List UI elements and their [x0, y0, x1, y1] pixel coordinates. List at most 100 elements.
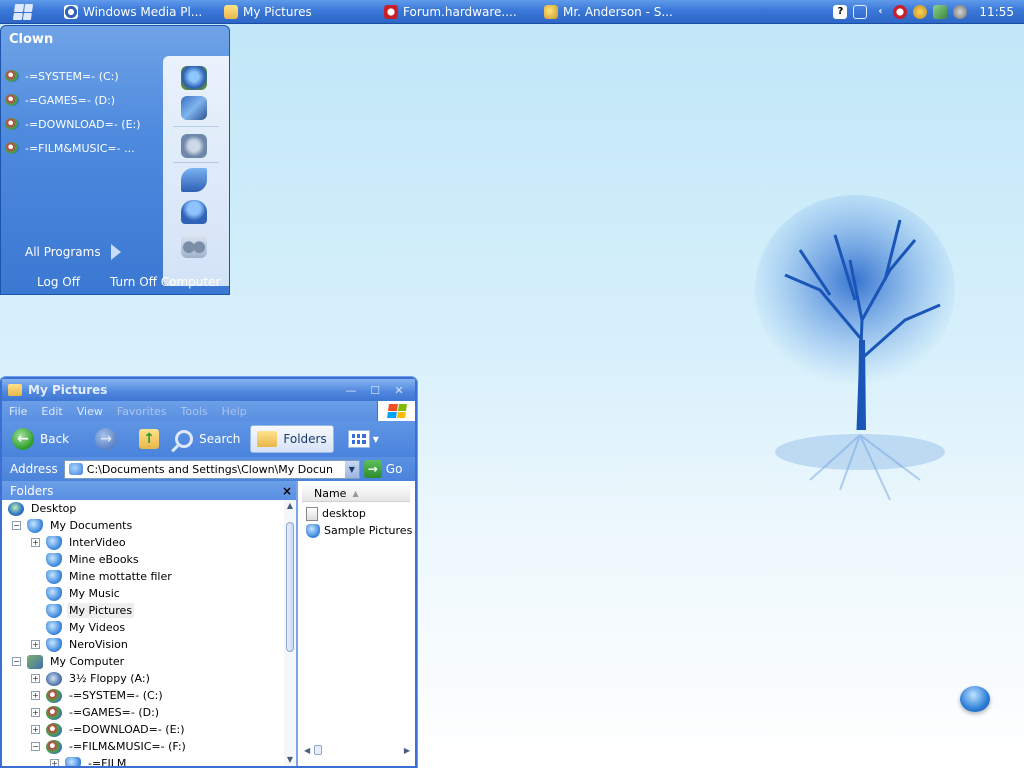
- expand-icon[interactable]: +: [31, 708, 40, 717]
- scroll-thumb[interactable]: [314, 745, 323, 755]
- window-controls: — ☐ ✕: [341, 382, 415, 398]
- maximize-button[interactable]: ☐: [365, 382, 385, 398]
- tree-item[interactable]: Mine eBooks: [2, 551, 284, 568]
- tree-item[interactable]: + NeroVision: [2, 636, 284, 653]
- taskbar-item-chat[interactable]: Mr. Anderson - S...: [536, 1, 696, 23]
- scroll-left-icon[interactable]: ◀: [304, 746, 310, 755]
- chevron-left-icon[interactable]: ‹: [873, 5, 887, 19]
- tree-item-label: 3½ Floppy (A:): [69, 672, 150, 685]
- tree-item[interactable]: + -=GAMES=- (D:): [2, 704, 284, 721]
- tree-item[interactable]: + -=DOWNLOAD=- (E:): [2, 721, 284, 738]
- up-folder-button[interactable]: ↑: [133, 425, 165, 453]
- window-titlebar[interactable]: My Pictures — ☐ ✕: [2, 379, 415, 401]
- tree-item[interactable]: + -=FILM: [2, 755, 284, 766]
- close-icon[interactable]: ×: [278, 484, 296, 498]
- drive-icon: [46, 688, 62, 703]
- forward-button[interactable]: →: [89, 425, 123, 453]
- scroll-down-icon[interactable]: ▼: [284, 754, 296, 766]
- scroll-right-icon[interactable]: ▶: [404, 746, 410, 755]
- menu-file[interactable]: File: [2, 405, 34, 418]
- display-tray-icon[interactable]: [933, 4, 948, 19]
- tree-item[interactable]: My Pictures: [2, 602, 284, 619]
- folders-icon: [257, 431, 278, 447]
- network-icon[interactable]: [853, 4, 868, 19]
- search-button[interactable]: Search: [169, 425, 246, 453]
- start-menu-item-drive-c[interactable]: -=SYSTEM=- (C:): [5, 64, 161, 88]
- folders-pane-header: Folders ×: [2, 481, 296, 500]
- media-icon[interactable]: [181, 96, 207, 120]
- file-item-desktop[interactable]: desktop: [306, 505, 412, 522]
- tree-item[interactable]: My Music: [2, 585, 284, 602]
- collapse-icon[interactable]: −: [12, 521, 21, 530]
- desktop-orb-icon[interactable]: [960, 686, 990, 712]
- column-header-name[interactable]: Name ▲: [302, 485, 410, 502]
- expand-icon[interactable]: +: [31, 691, 40, 700]
- start-menu-item-drive-d[interactable]: -=GAMES=- (D:): [5, 88, 161, 112]
- control-panel-icon[interactable]: [181, 134, 207, 158]
- horizontal-scrollbar[interactable]: ◀ ▶: [304, 744, 410, 756]
- tree-item[interactable]: Desktop: [2, 500, 284, 517]
- scroll-up-icon[interactable]: ▲: [284, 500, 296, 512]
- folder-tree: Desktop − My Documents + InterVideo Mine eBoo…: [2, 500, 284, 766]
- menu-help[interactable]: Help: [215, 405, 254, 418]
- expand-icon[interactable]: +: [31, 674, 40, 683]
- document-icon: [306, 506, 318, 521]
- taskbar-item-forum[interactable]: Forum.hardware....: [376, 1, 536, 23]
- tree-item[interactable]: + InterVideo: [2, 534, 284, 551]
- internet-globe-icon[interactable]: [181, 66, 207, 90]
- up-folder-icon: ↑: [139, 429, 160, 449]
- tree-item[interactable]: My Videos: [2, 619, 284, 636]
- taskbar-item-label: Forum.hardware....: [403, 4, 517, 19]
- start-menu-item-label: -=DOWNLOAD=- (E:): [25, 117, 141, 131]
- messenger-tray-icon[interactable]: [913, 4, 928, 19]
- folders-button[interactable]: Folders: [250, 425, 334, 453]
- tree-item[interactable]: − My Computer: [2, 653, 284, 670]
- views-button[interactable]: ▼: [342, 425, 385, 453]
- expand-icon[interactable]: +: [31, 640, 40, 649]
- tree-item[interactable]: − -=FILM&MUSIC=- (F:): [2, 738, 284, 755]
- go-button[interactable]: → Go: [363, 460, 402, 478]
- start-button[interactable]: [0, 0, 46, 24]
- menu-edit[interactable]: Edit: [34, 405, 69, 418]
- file-item-sample-pictures[interactable]: Sample Pictures: [306, 522, 412, 539]
- scroll-thumb[interactable]: [286, 522, 294, 652]
- taskbar-item-my-pictures[interactable]: My Pictures: [216, 1, 376, 23]
- opera-tray-icon[interactable]: [893, 4, 908, 19]
- start-menu-item-drive-e[interactable]: -=DOWNLOAD=- (E:): [5, 112, 161, 136]
- volume-tray-icon[interactable]: [953, 4, 968, 19]
- system-tray: ? ‹ 11:55: [827, 0, 1024, 24]
- expand-icon[interactable]: +: [31, 725, 40, 734]
- start-menu-item-drive-f[interactable]: -=FILM&MUSIC=- ...: [5, 136, 161, 160]
- tree-scrollbar[interactable]: ▲ ▼: [284, 500, 296, 766]
- run-icon[interactable]: [181, 234, 207, 258]
- tree-item[interactable]: +3½ Floppy (A:): [2, 670, 284, 687]
- help-support-icon[interactable]: [181, 168, 207, 192]
- search-tool-icon[interactable]: [181, 200, 207, 224]
- all-programs-button[interactable]: All Programs: [25, 244, 121, 260]
- chevron-down-icon[interactable]: ▼: [344, 460, 359, 478]
- expand-icon[interactable]: +: [31, 538, 40, 547]
- collapse-icon[interactable]: −: [12, 657, 21, 666]
- help-icon[interactable]: ?: [833, 4, 848, 19]
- clock[interactable]: 11:55: [979, 5, 1014, 19]
- tree-item-label: Desktop: [31, 502, 77, 515]
- tree-item[interactable]: + -=SYSTEM=- (C:): [2, 687, 284, 704]
- views-icon: [347, 430, 370, 448]
- tree-item[interactable]: − My Documents: [2, 517, 284, 534]
- taskbar-item-media-player[interactable]: Windows Media Pl...: [56, 1, 216, 23]
- address-input[interactable]: C:\Documents and Settings\Clown\My Docun…: [63, 459, 360, 479]
- menu-view[interactable]: View: [70, 405, 110, 418]
- minimize-button[interactable]: —: [341, 382, 361, 398]
- tree-item-label: Mine eBooks: [69, 553, 139, 566]
- log-off-button[interactable]: Log Off: [37, 275, 80, 289]
- start-menu-user-name: Clown: [9, 32, 54, 47]
- menu-favorites[interactable]: Favorites: [110, 405, 174, 418]
- folder-icon: [46, 586, 62, 601]
- close-button[interactable]: ✕: [389, 382, 409, 398]
- expand-icon[interactable]: +: [50, 759, 59, 766]
- turn-off-computer-button[interactable]: Turn Off Computer: [110, 275, 220, 289]
- collapse-icon[interactable]: −: [31, 742, 40, 751]
- menu-tools[interactable]: Tools: [174, 405, 215, 418]
- back-button[interactable]: ← Back: [6, 425, 75, 453]
- tree-item[interactable]: Mine mottatte filer: [2, 568, 284, 585]
